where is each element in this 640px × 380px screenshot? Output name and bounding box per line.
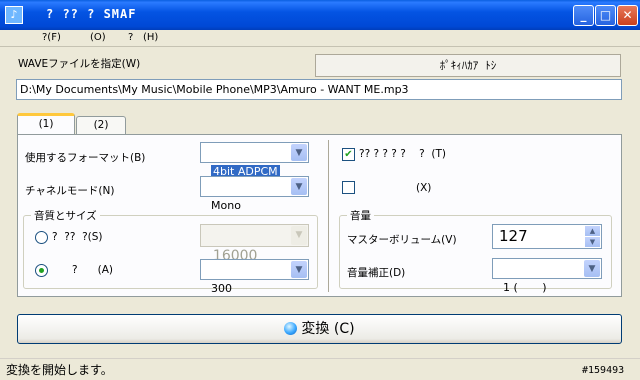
app-icon: ♪	[5, 6, 23, 24]
chevron-down-icon: ▼	[291, 178, 307, 195]
browse-button[interactable]: ﾎﾟｷｨﾊｶｱ ﾄｼ	[315, 54, 621, 77]
volume-correction-value: 1 ( )	[503, 281, 547, 294]
panel-divider	[328, 140, 329, 292]
format-label: 使用するフォーマット(B)	[25, 152, 146, 164]
channel-label: チャネルモード(N)	[25, 185, 115, 197]
chevron-down-icon: ▼	[291, 144, 307, 161]
menu-options[interactable]: (O)	[90, 32, 106, 43]
menu-separator	[0, 46, 640, 47]
sampling-radio[interactable]	[35, 231, 48, 244]
tab-2[interactable]: (2)	[76, 116, 126, 134]
tab-1[interactable]: (1)	[17, 113, 75, 135]
format-select[interactable]: 4bit ADPCM ▼	[200, 142, 309, 178]
chevron-down-icon: ▼	[584, 260, 600, 277]
size-radio[interactable]	[35, 264, 48, 277]
option-checkbox-2-label: (X)	[416, 182, 432, 194]
channel-value: Mono	[211, 199, 241, 212]
maximize-button[interactable]: □	[595, 5, 616, 26]
convert-label: 変換 (C)	[301, 321, 355, 337]
menu-help[interactable]: (H)	[143, 32, 158, 43]
spin-down-icon[interactable]: ▼	[585, 237, 600, 247]
quality-group-title: 音質とサイズ	[31, 208, 100, 223]
convert-icon	[284, 322, 298, 335]
status-text: 変換を開始します。	[6, 363, 113, 377]
sampling-select[interactable]: 16000 ▼	[200, 224, 309, 264]
close-button[interactable]: ✕	[617, 5, 638, 26]
volume-group-title: 音量	[347, 208, 374, 223]
size-select[interactable]: 300 ▼	[200, 259, 309, 295]
watermark-text: #159493	[582, 365, 625, 376]
wave-file-label: WAVEファイルを指定(W)	[18, 58, 141, 70]
size-value: 300	[211, 282, 232, 295]
wave-path-field[interactable]: D:\My Documents\My Music\Mobile Phone\MP…	[16, 79, 622, 100]
master-volume-label: マスターボリューム(V)	[347, 234, 457, 246]
spin-up-icon[interactable]: ▲	[585, 226, 600, 236]
chevron-down-icon: ▼	[291, 261, 307, 278]
volume-correction-label: 音量補正(D)	[347, 267, 406, 279]
master-volume-spinner[interactable]: 127 ▲ ▼	[492, 224, 602, 249]
chevron-down-icon: ▼	[291, 226, 307, 245]
radio-selected-dot	[39, 268, 44, 273]
size-label: ? (A)	[72, 264, 113, 276]
sampling-label: ? ?? ?(S)	[52, 231, 103, 243]
menu-help-prefix: ?	[128, 32, 134, 43]
volume-correction-select[interactable]: 1 ( ) ▼	[492, 258, 602, 294]
channel-select[interactable]: Mono ▼	[200, 176, 309, 212]
minimize-button[interactable]: _	[573, 5, 594, 26]
option-checkbox-2[interactable]	[342, 181, 355, 194]
window-title: ? ?? ? SMAF	[46, 7, 137, 21]
master-volume-value: 127	[499, 227, 528, 245]
option-checkbox-1-label: ?? ? ? ? ? ? (T)	[359, 148, 446, 160]
convert-button[interactable]: 変換 (C)	[17, 314, 622, 344]
menu-file[interactable]: ?(F)	[42, 32, 61, 43]
option-checkbox-1[interactable]: ✔	[342, 148, 355, 161]
